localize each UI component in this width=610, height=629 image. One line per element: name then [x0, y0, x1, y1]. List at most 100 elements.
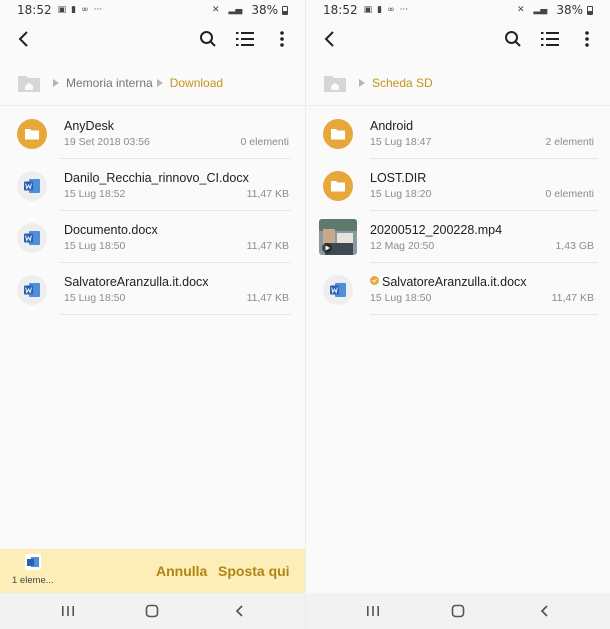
cancel-button[interactable]: Annulla — [156, 563, 207, 579]
item-meta: 11,47 KB — [246, 240, 289, 252]
divider — [370, 314, 598, 315]
home-folder-icon[interactable] — [323, 73, 347, 93]
recent-apps-icon[interactable] — [363, 601, 383, 621]
battery-icon — [282, 5, 288, 15]
breadcrumb-memoria-interna[interactable]: Memoria interna — [66, 76, 153, 90]
folder-icon — [323, 171, 353, 201]
item-date: 12 Mag 20:50 — [370, 240, 435, 252]
item-name-text: SalvatoreAranzulla.it.docx — [382, 275, 527, 289]
voicemail-notification-icon: ∞ — [81, 5, 89, 15]
status-bar: 18:52 ▣ ▮ ∞ ··· ✕ ▂▄ 38% — [306, 0, 610, 20]
more-options-icon[interactable] — [576, 28, 598, 50]
signal-icon: ▂▄ — [228, 5, 243, 15]
gallery-notification-icon: ▣ — [363, 5, 373, 15]
divider — [60, 314, 291, 315]
word-doc-icon — [17, 275, 47, 305]
item-name: SalvatoreAranzulla.it.docx — [64, 275, 209, 289]
status-time: 18:52 — [323, 3, 358, 17]
nav-back-icon[interactable] — [534, 601, 554, 621]
list-item[interactable]: Android 15 Lug 18:47 2 elementi — [306, 107, 610, 159]
file-list: Android 15 Lug 18:47 2 elementi LOST.DIR… — [306, 107, 610, 315]
breadcrumb-separator-icon — [359, 78, 365, 87]
list-item[interactable]: SalvatoreAranzulla.it.docx 15 Lug 18:50 … — [306, 263, 610, 315]
home-folder-icon[interactable] — [17, 73, 41, 93]
mute-icon: ✕ — [211, 5, 220, 15]
item-date: 15 Lug 18:52 — [64, 188, 126, 200]
item-meta: 1,43 GB — [555, 240, 594, 252]
battery-percent: 38% — [556, 3, 583, 17]
voicemail-notification-icon: ∞ — [387, 5, 395, 15]
item-name: 20200512_200228.mp4 — [370, 223, 503, 237]
item-date: 15 Lug 18:20 — [370, 188, 432, 200]
nav-bar — [306, 593, 610, 629]
move-bar: 1 eleme... Annulla Sposta qui — [0, 549, 305, 593]
item-date: 15 Lug 18:50 — [64, 292, 126, 304]
list-view-icon[interactable] — [234, 28, 256, 50]
item-name: Documento.docx — [64, 223, 158, 237]
mute-icon: ✕ — [516, 5, 525, 15]
search-icon[interactable] — [502, 28, 524, 50]
item-meta: 0 elementi — [545, 188, 594, 200]
item-name: Android — [370, 119, 414, 133]
status-bar: 18:52 ▣ ▮ ∞ ··· ✕ ▂▄ 38% — [0, 0, 305, 20]
home-button-icon[interactable] — [448, 601, 468, 621]
item-date: 19 Set 2018 03:56 — [64, 136, 150, 148]
word-doc-icon — [323, 275, 353, 305]
item-meta: 2 elementi — [545, 136, 594, 148]
breadcrumb: Scheda SD — [306, 60, 610, 106]
breadcrumb-download[interactable]: Download — [170, 76, 223, 90]
breadcrumb-separator-icon — [53, 78, 59, 87]
battery-icon — [587, 5, 593, 15]
back-arrow-icon[interactable] — [320, 28, 340, 50]
move-here-button[interactable]: Sposta qui — [218, 563, 290, 579]
item-name: AnyDesk — [64, 119, 115, 133]
list-item[interactable]: SalvatoreAranzulla.it.docx 15 Lug 18:50 … — [0, 263, 305, 315]
list-view-icon[interactable] — [539, 28, 561, 50]
item-name: Danilo_Recchia_rinnovo_CI.docx — [64, 171, 249, 185]
sd-card-notification-icon: ▮ — [71, 5, 77, 15]
status-time: 18:52 — [17, 3, 52, 17]
item-meta: 11,47 KB — [246, 292, 289, 304]
item-name: SalvatoreAranzulla.it.docx — [370, 275, 527, 289]
nav-bar — [0, 593, 305, 629]
recent-apps-icon[interactable] — [58, 601, 78, 621]
right-panel: 18:52 ▣ ▮ ∞ ··· ✕ ▂▄ 38% Scheda SD Andro… — [305, 0, 610, 629]
selected-word-doc-icon — [25, 554, 41, 570]
word-doc-icon — [17, 223, 47, 253]
list-item[interactable]: Documento.docx 15 Lug 18:50 11,47 KB — [0, 211, 305, 263]
signal-icon: ▂▄ — [533, 5, 548, 15]
file-list: AnyDesk 19 Set 2018 03:56 0 elementi Dan… — [0, 107, 305, 315]
left-panel: 18:52 ▣ ▮ ∞ ··· ✕ ▂▄ 38% Memoria interna… — [0, 0, 305, 629]
search-icon[interactable] — [197, 28, 219, 50]
list-item[interactable]: Danilo_Recchia_rinnovo_CI.docx 15 Lug 18… — [0, 159, 305, 211]
home-button-icon[interactable] — [142, 601, 162, 621]
item-date: 15 Lug 18:50 — [370, 292, 432, 304]
selected-count: 1 eleme... — [12, 575, 54, 586]
more-options-icon[interactable] — [271, 28, 293, 50]
word-doc-icon — [17, 171, 47, 201]
list-item[interactable]: AnyDesk 19 Set 2018 03:56 0 elementi — [0, 107, 305, 159]
moved-check-icon — [370, 276, 379, 285]
video-thumbnail-icon — [319, 219, 357, 255]
list-item[interactable]: 20200512_200228.mp4 12 Mag 20:50 1,43 GB — [306, 211, 610, 263]
item-name: LOST.DIR — [370, 171, 427, 185]
folder-icon — [323, 119, 353, 149]
app-bar — [0, 22, 305, 58]
item-date: 15 Lug 18:50 — [64, 240, 126, 252]
back-arrow-icon[interactable] — [14, 28, 34, 50]
item-meta: 11,47 KB — [246, 188, 289, 200]
item-meta: 0 elementi — [240, 136, 289, 148]
breadcrumb: Memoria interna Download — [0, 60, 305, 106]
app-bar — [306, 22, 610, 58]
more-notifications-icon: ··· — [399, 5, 409, 15]
more-notifications-icon: ··· — [93, 5, 103, 15]
sd-card-notification-icon: ▮ — [377, 5, 383, 15]
item-date: 15 Lug 18:47 — [370, 136, 432, 148]
list-item[interactable]: LOST.DIR 15 Lug 18:20 0 elementi — [306, 159, 610, 211]
item-meta: 11,47 KB — [551, 292, 594, 304]
gallery-notification-icon: ▣ — [57, 5, 67, 15]
breadcrumb-scheda-sd[interactable]: Scheda SD — [372, 76, 433, 90]
breadcrumb-separator-icon — [156, 78, 163, 87]
nav-back-icon[interactable] — [229, 601, 249, 621]
battery-percent: 38% — [251, 3, 278, 17]
